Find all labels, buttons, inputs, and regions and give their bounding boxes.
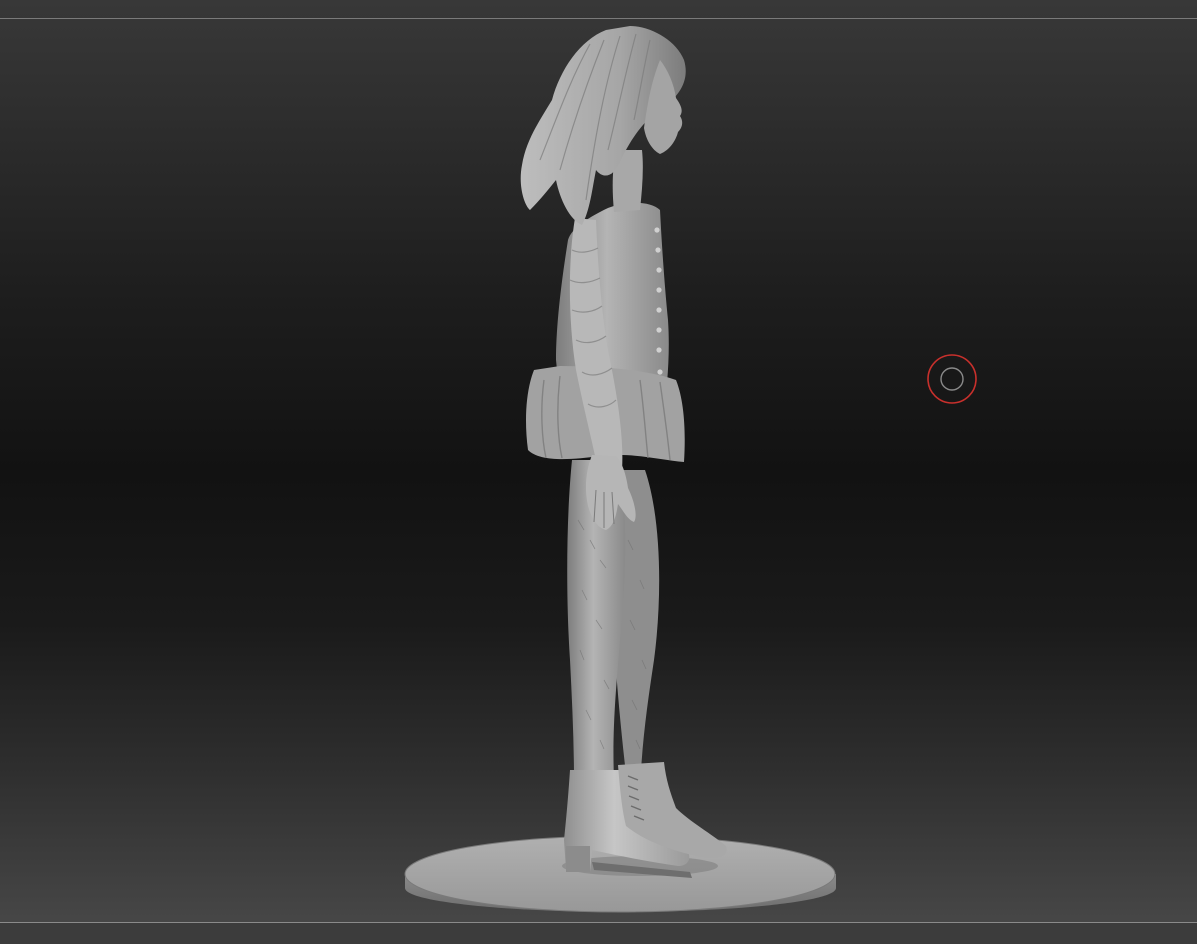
boot-heel [566,846,590,872]
canvas-viewport[interactable] [0,0,1197,944]
sculpt-scene[interactable] [0,0,1197,944]
viewport-bottom-bar [0,923,1197,944]
brush-cursor-icon [927,354,977,404]
sculpted-figure[interactable] [520,26,727,878]
